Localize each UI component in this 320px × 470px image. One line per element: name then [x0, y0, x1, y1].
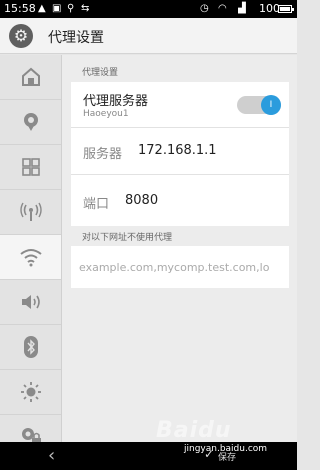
battery-level: 100: [259, 2, 280, 15]
wifi-icon: ◠: [218, 3, 227, 14]
proxy-host-row[interactable]: 服务器 172.168.1.1: [71, 128, 289, 175]
page-title: 代理设置: [48, 30, 104, 46]
proxy-server-title: 代理服务器: [83, 94, 149, 109]
bypass-section-label: 对以下网址不使用代理: [82, 233, 173, 243]
home-icon: [21, 67, 40, 86]
bypass-input[interactable]: example.com,mycomp.test.com,lo: [71, 246, 289, 288]
title-bar: ⚙ 代理设置: [0, 18, 297, 54]
wifi-icon: [19, 249, 42, 267]
settings-sidebar: [0, 55, 62, 442]
proxy-host-label: 服务器: [83, 147, 123, 162]
back-button[interactable]: ‹: [48, 445, 55, 466]
volume-icon: [21, 295, 40, 309]
warning-icon: ▲: [38, 3, 46, 14]
sidebar-item-home[interactable]: [0, 55, 61, 100]
proxy-server-subtitle: Haoeyou1: [83, 109, 129, 119]
proxy-section-label: 代理设置: [82, 68, 119, 78]
antenna-icon: [19, 202, 42, 221]
apps-grid-icon: [21, 158, 40, 176]
proxy-card: 代理服务器 Haoeyou1 I 服务器 172.168.1.1 端口 8080: [71, 82, 289, 226]
baidu-logo-watermark: Baidu: [156, 418, 232, 443]
status-time: 15:58: [4, 2, 36, 15]
proxy-host-value[interactable]: 172.168.1.1: [138, 143, 217, 158]
proxy-port-row[interactable]: 端口 8080: [71, 175, 289, 226]
toggle-knob: I: [261, 95, 281, 115]
proxy-port-label: 端口: [83, 197, 110, 212]
bypass-placeholder: example.com,mycomp.test.com,lo: [79, 261, 270, 274]
proxy-port-value[interactable]: 8080: [125, 193, 158, 208]
sidebar-item-network[interactable]: [0, 190, 61, 235]
image-icon: ▣: [52, 3, 62, 14]
gear-icon[interactable]: ⚙: [9, 24, 33, 48]
sidebar-item-sound[interactable]: [0, 280, 61, 325]
sidebar-item-apps[interactable]: [0, 145, 61, 190]
bluetooth-icon: [23, 336, 38, 358]
proxy-toggle[interactable]: I: [237, 95, 281, 115]
location-icon: [23, 113, 38, 131]
alarm-icon: ◷: [200, 3, 209, 14]
signal-icon: ▟: [238, 3, 246, 14]
lock-location-icon: [21, 428, 41, 442]
sidebar-item-security[interactable]: [0, 415, 61, 442]
battery-icon: [278, 5, 294, 13]
brightness-icon: [20, 382, 41, 402]
status-bar: 15:58 ▲ ▣ ⚲ ⇆ ◷ ◠ ▟ 100: [0, 0, 297, 18]
proxy-settings-panel: 代理设置 代理服务器 Haoeyou1 I 服务器 172.168.1.1 端口…: [62, 55, 297, 442]
sidebar-item-location[interactable]: [0, 100, 61, 145]
sidebar-item-wifi[interactable]: [0, 235, 61, 280]
usb-icon: ⚲: [67, 3, 75, 14]
proxy-server-row[interactable]: 代理服务器 Haoeyou1 I: [71, 82, 289, 128]
watermark-text: jingyan.baidu.com: [184, 444, 268, 454]
sidebar-item-display[interactable]: [0, 370, 61, 415]
sidebar-item-bluetooth[interactable]: [0, 325, 61, 370]
usb-connected-icon: ⇆: [81, 3, 90, 14]
